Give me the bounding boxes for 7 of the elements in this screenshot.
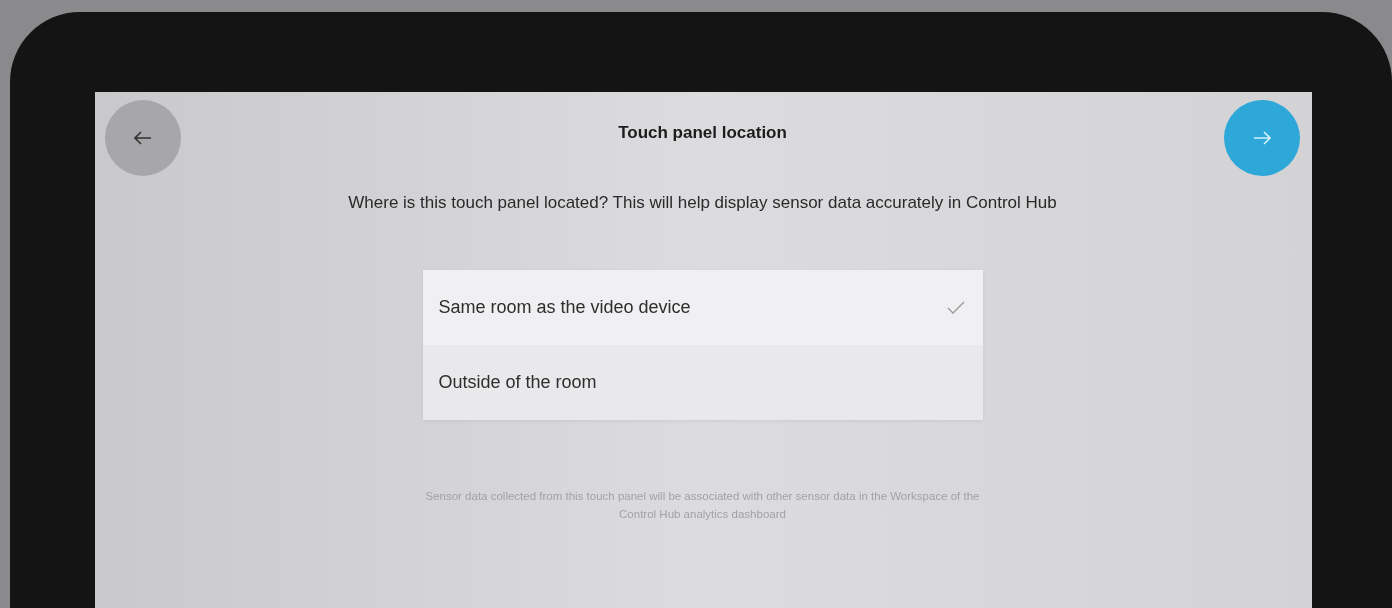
arrow-right-icon [1253, 131, 1271, 145]
question-text: Where is this touch panel located? This will help display sensor data accurately in Control Hub [348, 193, 1057, 213]
location-option[interactable]: Outside of the room [422, 345, 983, 420]
screen-title: Touch panel location [618, 123, 787, 143]
location-option[interactable]: Same room as the video device [422, 270, 983, 345]
arrow-left-icon [134, 131, 152, 145]
checkmark-icon [946, 301, 965, 314]
